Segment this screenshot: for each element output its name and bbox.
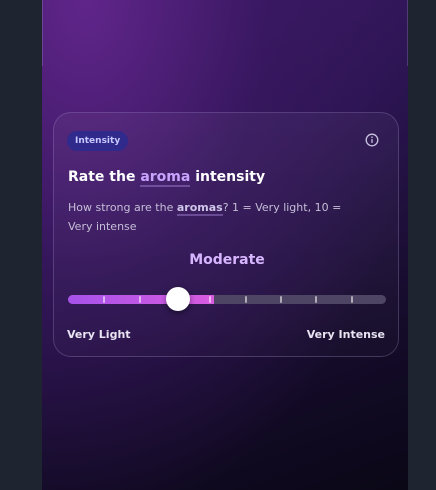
slider-tick xyxy=(139,296,141,303)
slider-tick xyxy=(245,296,247,303)
slider-tick xyxy=(315,296,317,303)
question-title: Rate the aroma intensity xyxy=(68,169,266,187)
title-highlight: aroma xyxy=(140,169,191,187)
min-label: Very Light xyxy=(67,328,131,341)
frame-edge-right xyxy=(407,0,408,66)
info-icon[interactable] xyxy=(365,133,379,147)
desc-highlight: aromas xyxy=(176,201,223,216)
slider-fill xyxy=(68,295,214,304)
intensity-value-label: Moderate xyxy=(189,252,265,268)
slider-thumb[interactable] xyxy=(166,287,190,311)
intensity-badge: Intensity xyxy=(67,131,129,151)
max-label: Very Intense xyxy=(306,328,385,341)
slider-tick xyxy=(351,296,353,303)
title-prefix: Rate the xyxy=(68,169,141,185)
frame-edge-left xyxy=(42,0,43,66)
intensity-rating-card: Intensity Rate the aroma intensity How s… xyxy=(53,112,399,357)
question-description: How strong are the aromas? 1 = Very ligh… xyxy=(68,198,364,236)
slider-tick xyxy=(280,296,282,303)
desc-prefix: How strong are the xyxy=(68,201,177,214)
slider-tick xyxy=(103,296,105,303)
slider-tick xyxy=(209,296,211,303)
title-suffix: intensity xyxy=(190,169,266,185)
intensity-slider[interactable] xyxy=(68,287,386,311)
